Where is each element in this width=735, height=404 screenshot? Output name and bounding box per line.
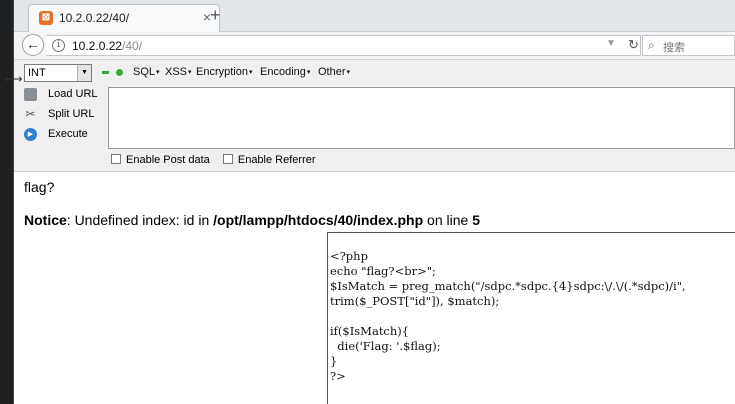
enable-post-option[interactable]: Enable Post data — [111, 154, 210, 166]
scissors-icon: ✂ — [25, 107, 36, 121]
flag-text: flag? — [24, 179, 55, 195]
execute-label: Execute — [48, 128, 88, 140]
tab-bar: ⊠ 10.2.0.22/40/ × + — [14, 0, 735, 32]
menu-encoding-label: Encoding — [260, 66, 306, 78]
increase-icon[interactable] — [116, 69, 123, 76]
resize-handle-icon[interactable]: ⟷ — [4, 71, 23, 87]
search-icon: ⌕ — [648, 38, 655, 52]
reload-icon[interactable]: ↻ — [628, 37, 639, 53]
url-textarea[interactable] — [108, 87, 735, 149]
page-content: flag? Notice: Undefined index: id in /op… — [14, 173, 735, 404]
menu-sql-label: SQL — [133, 66, 156, 78]
browser-tab[interactable]: ⊠ 10.2.0.22/40/ × — [28, 4, 220, 32]
code-line: <?php — [330, 249, 368, 263]
code-line: echo "flag?<br>"; — [330, 264, 436, 278]
url-path: /40/ — [122, 39, 143, 53]
menu-other-label: Other — [318, 66, 346, 78]
decrease-icon[interactable] — [102, 71, 109, 74]
hackbar-actions: Load URL ✂ Split URL ▶ Execute — [14, 86, 108, 152]
hackbar-panel: ⟷ INT ▼ SQL▾ XSS▾ Encryption▾ Encoding▾ … — [4, 60, 735, 172]
enable-referrer-checkbox[interactable] — [222, 154, 233, 164]
chevron-down-icon[interactable]: ▼ — [77, 65, 91, 81]
split-url-button[interactable]: ✂ Split URL — [24, 106, 108, 125]
url-text[interactable]: 10.2.0.22/40/ — [72, 39, 142, 53]
code-line: $IsMatch = preg_match("/sdpc.*sdpc.{4}sd… — [330, 279, 686, 293]
notice-line-number: 5 — [472, 212, 480, 228]
code-line: } — [330, 354, 338, 368]
code-line: ?> — [330, 369, 346, 383]
execute-button[interactable]: ▶ Execute — [24, 126, 108, 145]
enable-post-checkbox[interactable] — [111, 154, 121, 164]
notice-path: /opt/lampp/htdocs/40/index.php — [213, 212, 424, 228]
play-icon: ▶ — [24, 128, 37, 141]
url-dropdown-icon[interactable]: ▼ — [606, 38, 616, 49]
menu-encryption-label: Encryption — [196, 66, 248, 78]
source-code-panel: <?php echo "flag?<br>"; $IsMatch = preg_… — [327, 232, 735, 404]
menu-encryption[interactable]: Encryption▾ — [196, 66, 253, 78]
hackbar-toolbar: ⟷ INT ▼ SQL▾ XSS▾ Encryption▾ Encoding▾ … — [4, 60, 735, 86]
type-select[interactable]: INT ▼ — [24, 64, 92, 82]
url-host: 10.2.0.22 — [72, 39, 123, 53]
hackbar-options: Enable Post data Enable Referrer — [111, 154, 326, 166]
new-tab-button[interactable]: + — [210, 5, 221, 25]
notice-on-line: on line — [423, 212, 473, 228]
menu-xss[interactable]: XSS▾ — [165, 66, 192, 78]
tab-title: 10.2.0.22/40/ — [59, 11, 130, 25]
menu-sql[interactable]: SQL▾ — [133, 66, 160, 78]
enable-referrer-option[interactable]: Enable Referrer — [222, 154, 316, 166]
navigation-bar: ← i 10.2.0.22/40/ ▼ ↻ ⌕ 搜索 — [14, 32, 735, 60]
menu-xss-label: XSS — [165, 66, 188, 78]
split-url-label: Split URL — [48, 108, 95, 120]
type-select-value: INT — [28, 67, 46, 79]
search-placeholder: 搜索 — [663, 42, 685, 54]
load-url-button[interactable]: Load URL — [24, 86, 108, 105]
load-url-icon — [24, 88, 37, 101]
menu-encoding[interactable]: Encoding▾ — [260, 66, 310, 78]
code-line: if($IsMatch){ — [330, 324, 410, 338]
search-input[interactable]: ⌕ 搜索 — [642, 35, 735, 56]
load-url-label: Load URL — [48, 88, 98, 100]
window-edge — [0, 0, 14, 404]
back-button[interactable]: ← — [22, 34, 44, 56]
enable-referrer-label: Enable Referrer — [237, 154, 316, 166]
info-icon[interactable]: i — [52, 39, 65, 52]
code-line: trim($_POST["id"]), $match); — [330, 294, 500, 308]
xampp-favicon-icon: ⊠ — [39, 11, 53, 25]
php-notice: Notice: Undefined index: id in /opt/lamp… — [24, 212, 480, 228]
notice-message: : Undefined index: id in — [66, 212, 214, 228]
code-line: die('Flag: '.$flag); — [330, 339, 441, 353]
notice-label: Notice — [24, 212, 67, 228]
enable-post-label: Enable Post data — [126, 154, 210, 166]
menu-other[interactable]: Other▾ — [318, 66, 350, 78]
address-bar[interactable]: i 10.2.0.22/40/ ▼ ↻ — [46, 35, 641, 56]
